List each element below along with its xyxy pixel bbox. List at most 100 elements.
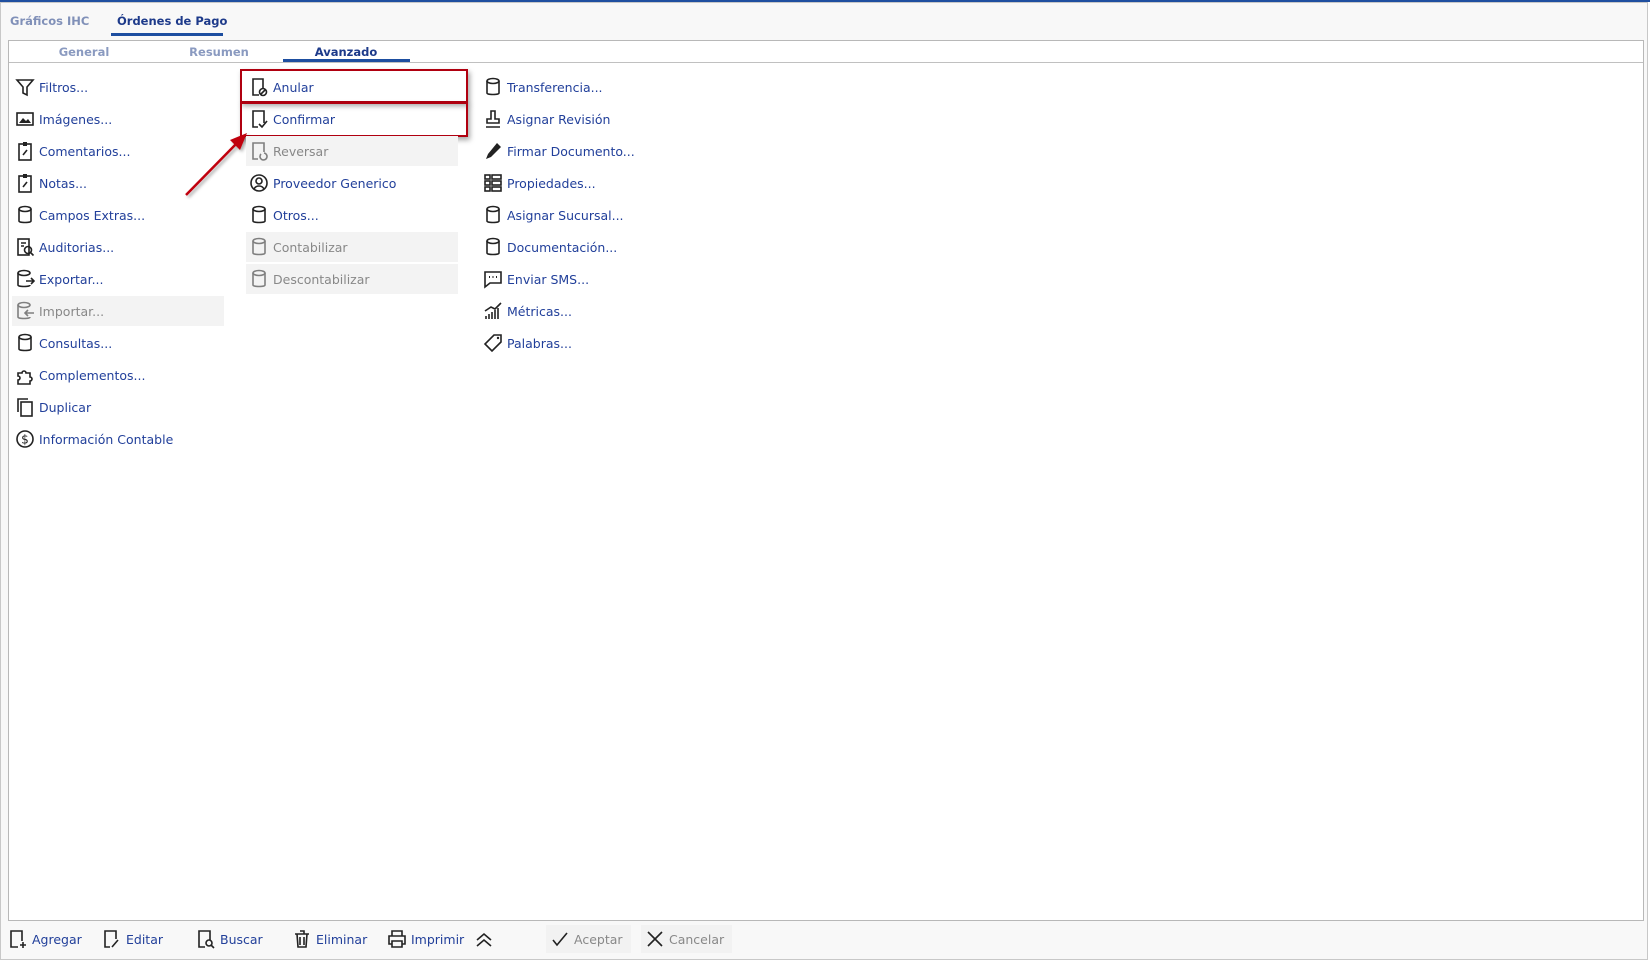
menu-item-complementos[interactable]: Complementos... [12, 360, 224, 390]
menu-item-asignar-sucursal[interactable]: Asignar Sucursal... [480, 200, 660, 230]
menu-item-label: Documentación... [507, 239, 618, 255]
filter-icon [15, 79, 35, 97]
menu-item-transferencia[interactable]: Transferencia... [480, 72, 660, 102]
button-label: Editar [126, 931, 164, 947]
menu-item-label: Notas... [39, 175, 87, 191]
button-label: Aceptar [574, 931, 623, 947]
collapse-toolbar-button[interactable] [474, 925, 498, 953]
imprimir-button[interactable]: Imprimir [387, 925, 464, 953]
message-icon [484, 271, 502, 289]
menu-item-label: Imágenes... [39, 111, 113, 127]
import-icon [17, 301, 34, 320]
menu-item-label: Campos Extras... [39, 207, 146, 223]
duplicate-icon [17, 398, 33, 417]
database-icon [252, 269, 266, 288]
menu-item-duplicar[interactable]: Duplicar [12, 392, 224, 422]
tab-avanzado[interactable]: Avanzado [281, 45, 411, 59]
menu-item-imagenes[interactable]: Imágenes... [12, 104, 224, 134]
properties-icon [484, 174, 502, 192]
button-label: Cancelar [669, 931, 725, 947]
menu-item-reversar[interactable]: Reversar [246, 136, 458, 166]
menu-item-label: Consultas... [39, 335, 113, 351]
audit-icon [17, 238, 35, 257]
tab-resumen[interactable]: Resumen [154, 45, 284, 59]
menu-item-label: Reversar [273, 143, 329, 159]
document-check-icon [252, 110, 268, 129]
menu-item-metricas[interactable]: Métricas... [480, 296, 660, 326]
menu-item-documentacion[interactable]: Documentación... [480, 232, 660, 262]
menu-item-notas[interactable]: Notas... [12, 168, 224, 198]
menu-item-label: Comentarios... [39, 143, 131, 159]
menu-item-exportar[interactable]: Exportar... [12, 264, 224, 294]
menu-item-propiedades[interactable]: Propiedades... [480, 168, 660, 198]
database-icon [486, 205, 500, 224]
active-inner-tab-underline [283, 59, 410, 62]
database-icon [486, 237, 500, 256]
clipboard-icon [18, 142, 32, 161]
export-icon [17, 269, 35, 288]
editar-button[interactable]: Editar [102, 925, 163, 953]
buscar-button[interactable]: Buscar [196, 925, 263, 953]
tag-icon [483, 334, 502, 353]
document-edit-icon [104, 930, 119, 948]
menu-item-label: Métricas... [507, 303, 572, 319]
menu-item-consultas[interactable]: Consultas... [12, 328, 224, 358]
menu-item-label: Auditorias... [39, 239, 115, 255]
database-icon [486, 77, 500, 96]
aceptar-button[interactable]: Aceptar [546, 925, 631, 953]
image-icon [16, 112, 34, 126]
button-label: Buscar [220, 931, 263, 947]
menu-item-label: Filtros... [39, 79, 89, 95]
tab-general[interactable]: General [19, 45, 149, 59]
menu-item-contabilizar[interactable]: Contabilizar [246, 232, 458, 262]
svg-text:$: $ [21, 433, 29, 447]
menu-item-label: Confirmar [273, 111, 336, 127]
menu-item-label: Duplicar [39, 399, 92, 415]
menu-item-descontabilizar[interactable]: Descontabilizar [246, 264, 458, 294]
agregar-button[interactable]: Agregar [8, 925, 82, 953]
stamp-icon [486, 110, 500, 128]
menu-item-label: Información Contable [39, 431, 174, 447]
menu-item-auditorias[interactable]: Auditorias... [12, 232, 224, 262]
menu-item-label: Asignar Sucursal... [507, 207, 624, 223]
menu-item-confirmar[interactable]: Confirmar [246, 104, 458, 134]
button-label: Imprimir [411, 931, 465, 947]
document-add-icon [10, 930, 26, 948]
button-label: Agregar [32, 931, 82, 947]
trash-icon [295, 930, 309, 948]
puzzle-icon [17, 370, 33, 385]
menu-item-informacion-contable[interactable]: $ Información Contable [12, 424, 224, 454]
tab-ordenes-de-pago[interactable]: Órdenes de Pago [117, 14, 227, 28]
database-icon [18, 333, 32, 352]
menu-item-label: Complementos... [39, 367, 146, 383]
menu-item-campos-extras[interactable]: Campos Extras... [12, 200, 224, 230]
document-undo-icon [252, 142, 268, 161]
menu-item-asignar-revision[interactable]: Asignar Revisión [480, 104, 660, 134]
database-icon [18, 205, 32, 224]
menu-item-firmar-documento[interactable]: Firmar Documento... [480, 136, 660, 166]
menu-item-palabras[interactable]: Palabras... [480, 328, 660, 358]
menu-item-anular[interactable]: Anular [246, 72, 458, 102]
dollar-icon: $ [16, 430, 34, 448]
active-tab-underline [111, 33, 223, 36]
close-icon [647, 931, 663, 947]
document-search-icon [198, 930, 215, 949]
eliminar-button[interactable]: Eliminar [292, 925, 367, 953]
printer-icon [388, 930, 406, 948]
menu-item-label: Anular [273, 79, 314, 95]
menu-item-label: Importar... [39, 303, 105, 319]
menu-item-filtros[interactable]: Filtros... [12, 72, 224, 102]
menu-item-comentarios[interactable]: Comentarios... [12, 136, 224, 166]
menu-item-label: Transferencia... [507, 79, 603, 95]
menu-item-importar[interactable]: Importar... [12, 296, 224, 326]
tab-graficos-ihc[interactable]: Gráficos IHC [10, 14, 89, 28]
menu-item-proveedor-generico[interactable]: Proveedor Generico [246, 168, 458, 198]
user-circle-icon [250, 174, 268, 192]
cancelar-button[interactable]: Cancelar [641, 925, 733, 953]
menu-item-label: Palabras... [507, 335, 572, 351]
button-label: Eliminar [316, 931, 368, 947]
menu-item-otros[interactable]: Otros... [246, 200, 458, 230]
document-cancel-icon [252, 78, 268, 97]
menu-item-enviar-sms[interactable]: Enviar SMS... [480, 264, 660, 294]
menu-item-label: Descontabilizar [273, 271, 370, 287]
